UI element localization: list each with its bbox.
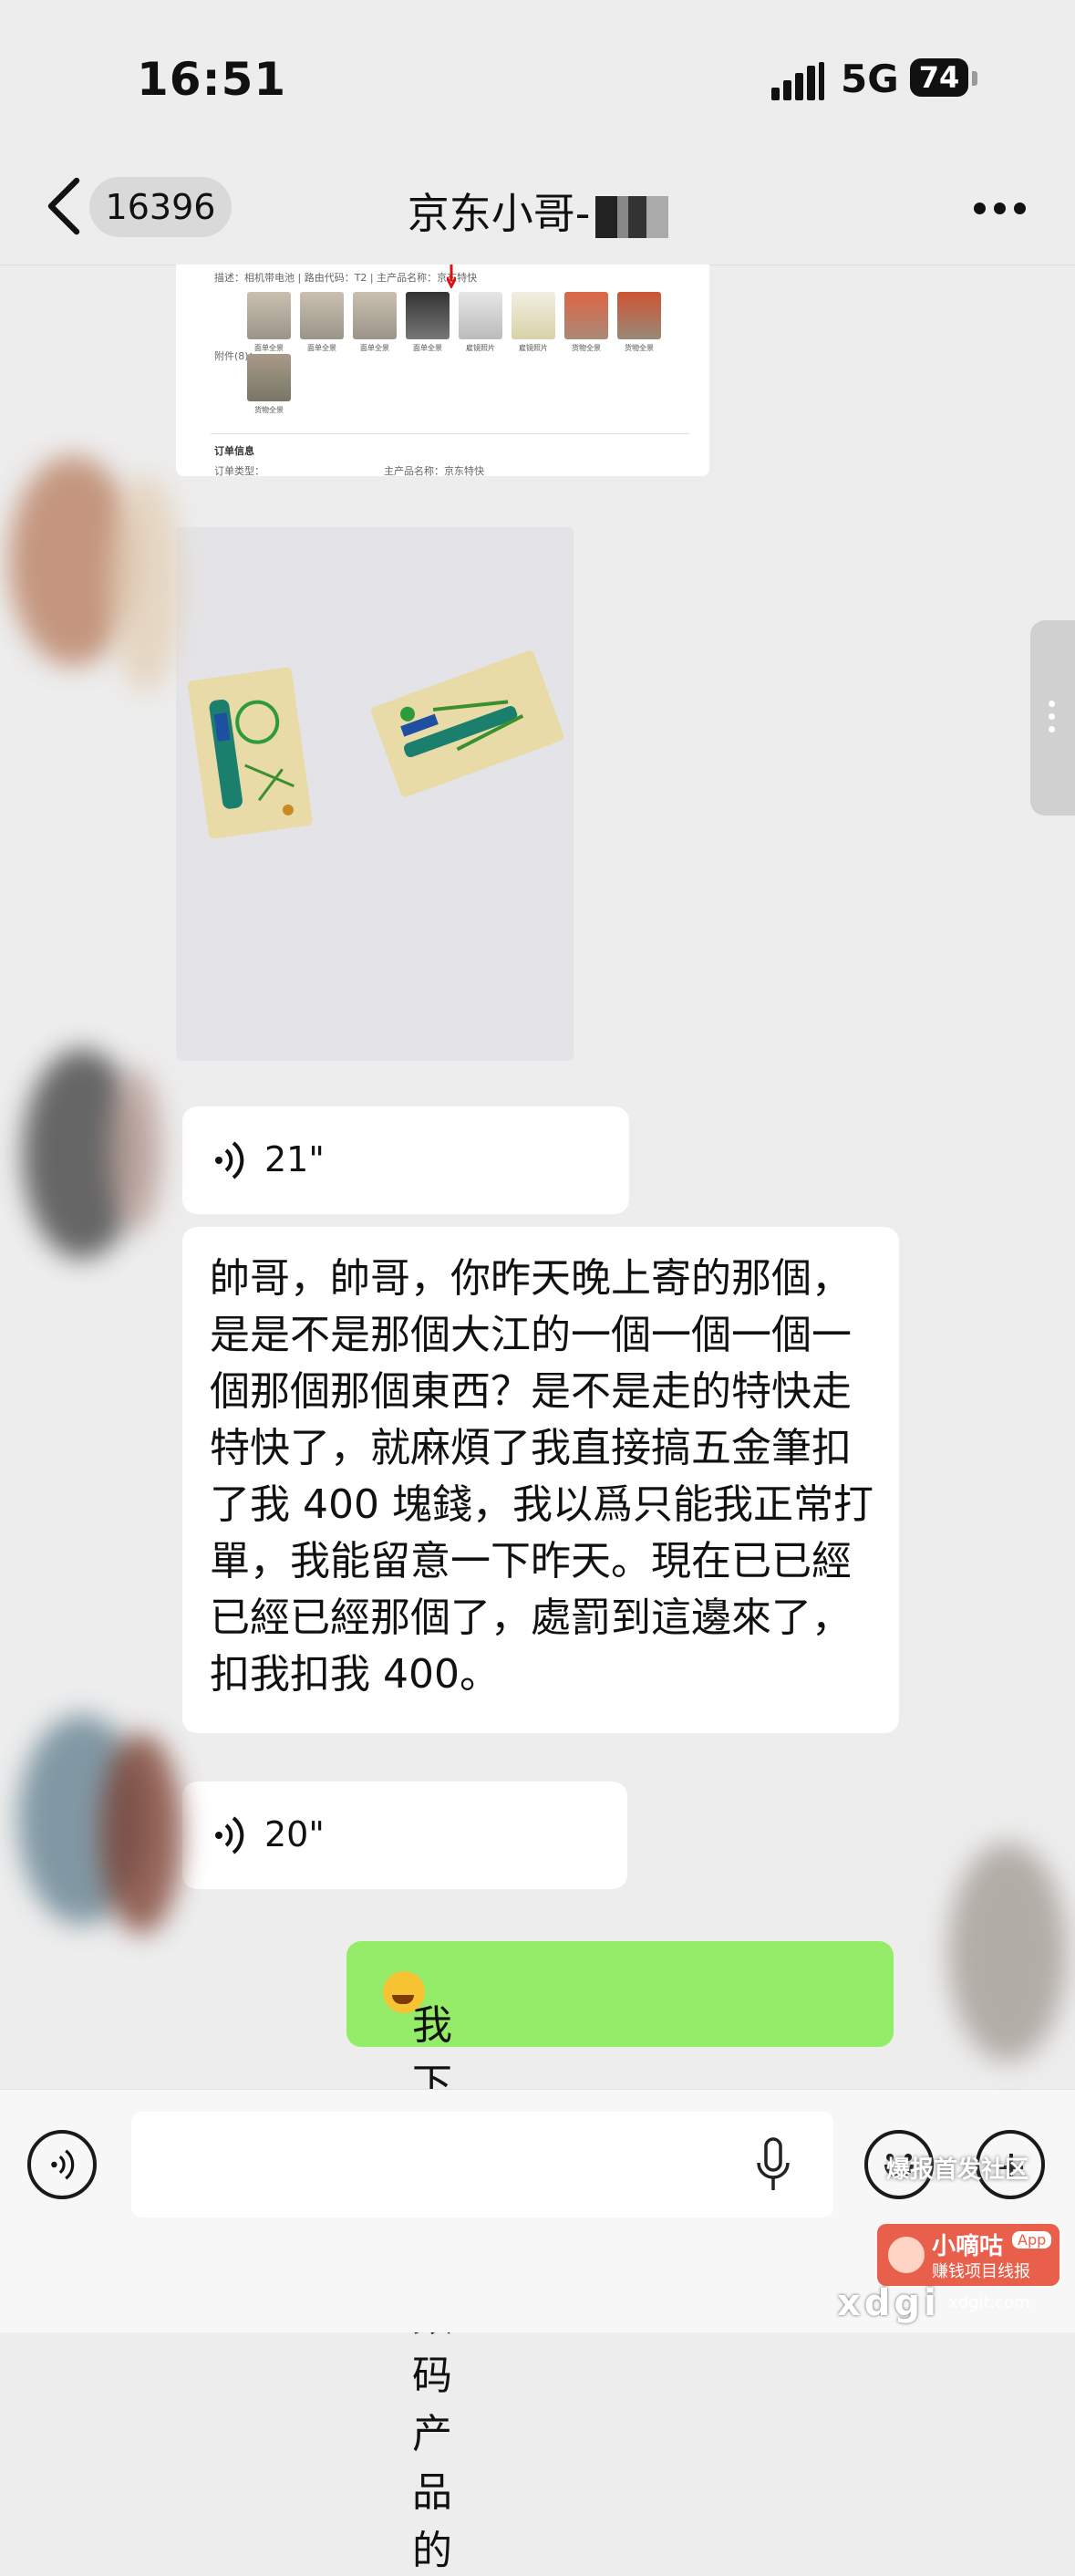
avatar-blurred-self: [948, 1843, 1067, 2062]
thumb-caption: 面单全景: [360, 344, 389, 352]
unread-count-badge[interactable]: 16396: [89, 177, 232, 237]
text-message-bubble[interactable]: 帥哥，帥哥，你昨天晚上寄的那個，是是不是那個大江的一個一個一個一個那個那個東西？…: [182, 1227, 899, 1733]
red-arrow-icon: [447, 265, 456, 288]
thumb-caption: 货物全景: [625, 344, 654, 352]
my-message-text: 我下单选了数码产品的: [379, 1967, 452, 2574]
avatar-blurred-edge: [109, 1067, 164, 1231]
voice-mode-glyph: [51, 2149, 75, 2180]
thumbnail-9[interactable]: [247, 354, 291, 401]
thumb-caption: 雇镜照片: [466, 344, 495, 352]
side-drag-handle[interactable]: [1030, 620, 1075, 815]
thumbnail-1[interactable]: [247, 292, 291, 339]
battery-cap: [972, 71, 977, 86]
watermark-brand: 小嘀咕: [932, 2233, 1004, 2260]
thumbnail-6[interactable]: [512, 292, 555, 339]
watermark-brand-box: 小嘀咕 App 赚钱项目线报: [877, 2224, 1059, 2286]
avatar-blurred-edge: [109, 474, 182, 693]
voice-duration: 20": [264, 1814, 325, 1854]
watermark-app-badge: App: [1012, 2231, 1052, 2249]
xray-photo-graphic: [176, 527, 574, 1061]
thumbnail-7[interactable]: [564, 292, 608, 339]
product-name-label: 主产品名称：京东特快: [384, 465, 484, 476]
thumbnail-8[interactable]: [617, 292, 661, 339]
microphone-icon[interactable]: [755, 2137, 791, 2194]
thumbnail-3[interactable]: [353, 292, 397, 339]
order-section-title: 订单信息: [214, 445, 254, 457]
order-desc-line: 描述：相机带电池 | 路由代码：T2 | 主产品名称：京东特快: [214, 272, 478, 284]
status-bar: 16:51 5G 74: [0, 0, 1075, 155]
watermark-url: xdgit.com: [948, 2293, 1030, 2312]
order-type-label: 订单类型：: [214, 465, 264, 476]
thumbnail-4[interactable]: [406, 292, 450, 339]
thumb-caption: 货物全景: [254, 406, 284, 414]
message-text: 帥哥，帥哥，你昨天晚上寄的那個，是是不是那個大江的一個一個一個一個那個那個東西？…: [210, 1255, 873, 1698]
thumb-caption: 面单全景: [413, 344, 442, 352]
chat-title-text: 京东小哥-: [407, 189, 591, 238]
network-type: 5G: [841, 57, 899, 101]
voice-wave-icon: [215, 1816, 244, 1854]
divider: [211, 433, 689, 434]
voice-mode-icon[interactable]: [27, 2130, 97, 2199]
thumb-caption: 货物全景: [572, 344, 601, 352]
status-time: 16:51: [137, 53, 287, 106]
watermark-logo-icon: [888, 2237, 925, 2273]
my-message-bubble[interactable]: 我下单选了数码产品的: [346, 1941, 894, 2574]
avatar-blurred-edge: [100, 1733, 182, 1934]
thumb-caption: 面单全景: [254, 344, 284, 352]
chat-header: 16396 京东小哥-: [0, 155, 1075, 265]
redacted-name-mask: [595, 195, 669, 238]
message-input[interactable]: [131, 2112, 833, 2218]
thumbnail-2[interactable]: [300, 292, 344, 339]
battery-level: 74: [918, 60, 960, 95]
order-screenshot-image[interactable]: 描述：相机带电池 | 路由代码：T2 | 主产品名称：京东特快 附件(8)： 面…: [176, 265, 709, 476]
signal-bars-icon: [771, 62, 826, 100]
watermark-top-text: 爆报首发社区: [886, 2156, 1029, 2184]
chat-title: 京东小哥-: [274, 181, 802, 241]
voice-wave-icon: [215, 1141, 244, 1179]
voice-message-bubble[interactable]: 20": [182, 1781, 627, 1889]
facepalm-emoji-icon: [383, 1971, 425, 2013]
voice-message-bubble[interactable]: 21": [182, 1106, 629, 1214]
thumb-caption: 雇镜照片: [519, 344, 548, 352]
battery-icon: 74: [910, 58, 968, 97]
thumb-caption: 面单全景: [307, 344, 336, 352]
xray-photo-image[interactable]: [176, 527, 574, 1061]
more-dots-icon[interactable]: [974, 201, 1028, 219]
voice-duration: 21": [264, 1139, 325, 1179]
watermark-slogan: 赚钱项目线报: [932, 2262, 1030, 2281]
thumbnail-5[interactable]: [459, 292, 502, 339]
watermark-site-big: xdgi: [837, 2282, 940, 2324]
